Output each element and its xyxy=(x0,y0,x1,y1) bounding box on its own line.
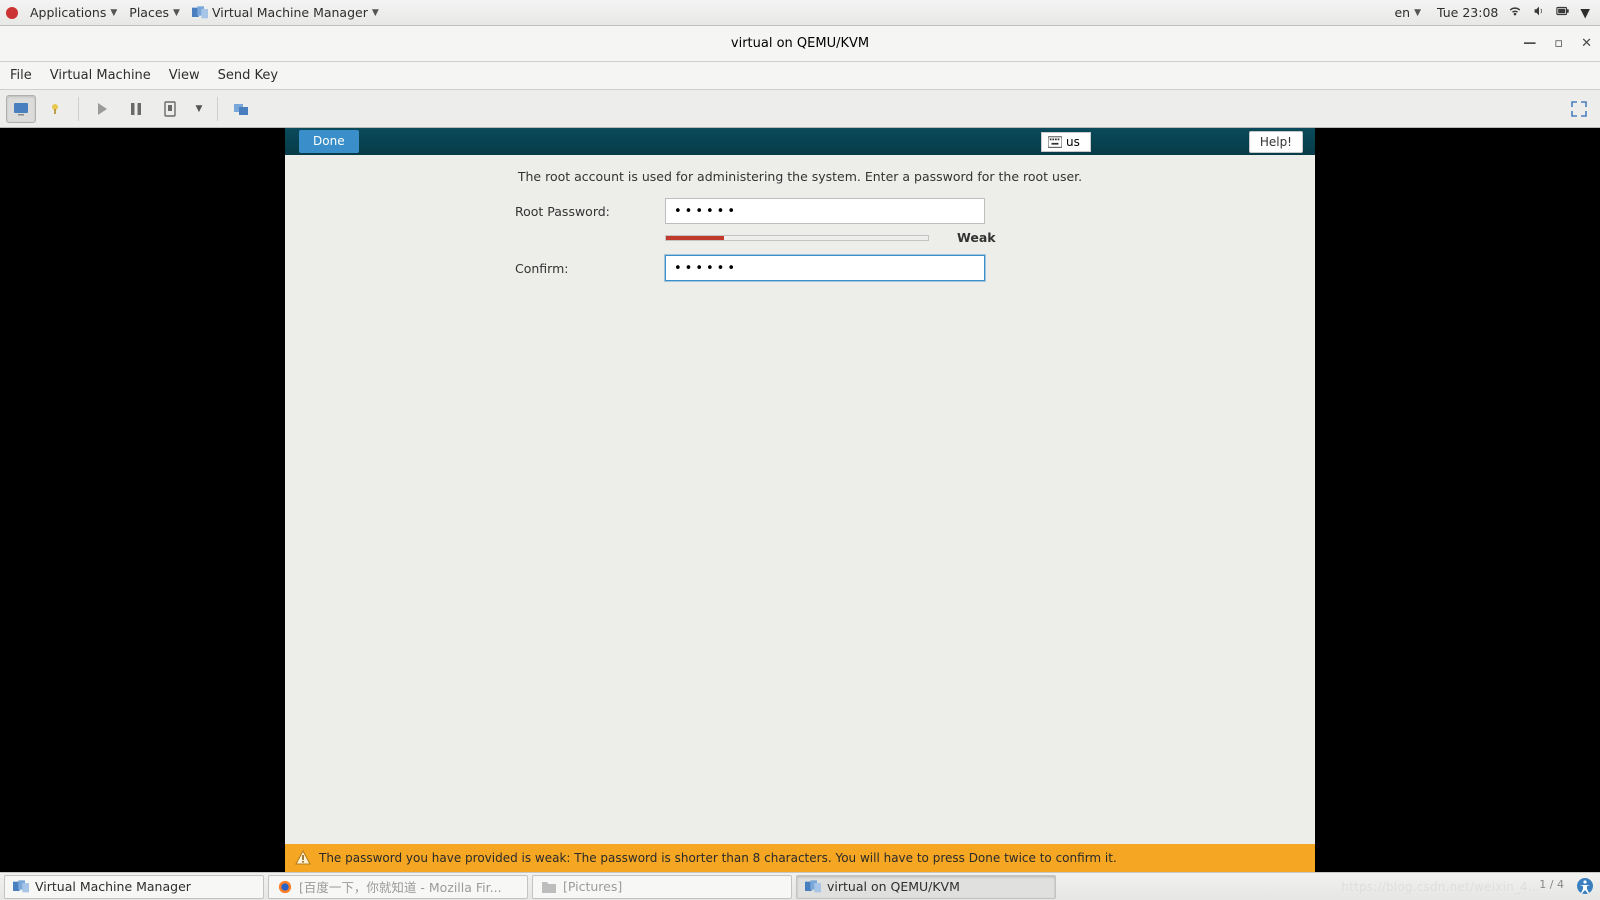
gnome-taskbar: Virtual Machine Manager [百度一下，你就知道 - Moz… xyxy=(0,872,1600,900)
vmm-window-titlebar: virtual on QEMU/KVM — ▫ ✕ xyxy=(0,26,1600,62)
keyboard-layout-label: us xyxy=(1066,135,1080,149)
task-label: virtual on QEMU/KVM xyxy=(827,879,960,894)
details-view-button[interactable] xyxy=(40,95,70,123)
console-view-button[interactable] xyxy=(6,95,36,123)
anaconda-top-bar: Done us Help! xyxy=(285,128,1315,155)
fullscreen-button[interactable] xyxy=(1564,95,1594,123)
menu-view[interactable]: View xyxy=(169,68,200,83)
active-app-label: Virtual Machine Manager xyxy=(212,5,368,20)
vmm-toolbar: ▼ xyxy=(0,90,1600,128)
shutdown-dropdown[interactable]: ▼ xyxy=(189,104,209,114)
maximize-button[interactable]: ▫ xyxy=(1554,36,1563,51)
system-tray: en▼ Tue 23:08 ▼ xyxy=(1388,4,1594,21)
workspace-pager[interactable]: 1 / 4 xyxy=(1539,878,1564,891)
task-label: Virtual Machine Manager xyxy=(35,879,191,894)
vmm-icon xyxy=(13,880,29,894)
task-vmm[interactable]: Virtual Machine Manager xyxy=(4,875,264,899)
active-app-menu[interactable]: Virtual Machine Manager▼ xyxy=(186,0,385,25)
anaconda-installer: Done us Help! The root account is used f… xyxy=(285,128,1315,872)
vmm-icon xyxy=(805,880,821,894)
root-password-label: Root Password: xyxy=(285,204,665,219)
instruction-text: The root account is used for administeri… xyxy=(285,169,1315,184)
places-menu[interactable]: Places▼ xyxy=(123,0,186,25)
task-firefox[interactable]: [百度一下，你就知道 - Mozilla Fir... xyxy=(268,875,528,899)
volume-icon[interactable] xyxy=(1532,4,1546,21)
menu-file[interactable]: File xyxy=(10,68,32,83)
menu-virtual-machine[interactable]: Virtual Machine xyxy=(50,68,151,83)
vmm-window-title: virtual on QEMU/KVM xyxy=(731,36,869,51)
applications-label: Applications xyxy=(30,5,106,20)
input-lang-indicator[interactable]: en▼ xyxy=(1388,5,1427,20)
toolbar-separator xyxy=(217,97,218,121)
confirm-password-label: Confirm: xyxy=(285,261,665,276)
task-vm-console[interactable]: virtual on QEMU/KVM xyxy=(796,875,1056,899)
minimize-button[interactable]: — xyxy=(1523,36,1536,51)
keyboard-icon xyxy=(1048,136,1062,148)
close-button[interactable]: ✕ xyxy=(1581,36,1592,51)
toolbar-separator xyxy=(78,97,79,121)
shutdown-button[interactable] xyxy=(155,95,185,123)
run-button[interactable] xyxy=(87,95,117,123)
vmm-icon xyxy=(192,6,208,20)
confirm-password-field[interactable] xyxy=(665,255,985,281)
gnome-top-bar: Applications▼ Places▼ Virtual Machine Ma… xyxy=(0,0,1600,26)
accessibility-icon[interactable] xyxy=(1576,877,1594,898)
warning-bar: The password you have provided is weak: … xyxy=(285,844,1315,872)
distro-icon xyxy=(6,7,18,19)
applications-menu[interactable]: Applications▼ xyxy=(24,0,123,25)
task-label: [Pictures] xyxy=(563,879,622,894)
warning-icon xyxy=(295,850,311,866)
done-button[interactable]: Done xyxy=(299,130,359,153)
vmm-menubar: File Virtual Machine View Send Key xyxy=(0,62,1600,90)
help-button[interactable]: Help! xyxy=(1249,131,1303,153)
keyboard-layout-indicator[interactable]: us xyxy=(1041,132,1091,152)
folder-icon xyxy=(541,880,557,894)
battery-icon[interactable] xyxy=(1556,4,1570,21)
task-label: [百度一下，你就知道 - Mozilla Fir... xyxy=(299,877,502,896)
password-strength-meter xyxy=(665,235,929,241)
pause-button[interactable] xyxy=(121,95,151,123)
firefox-icon xyxy=(277,880,293,894)
anaconda-body: The root account is used for administeri… xyxy=(285,155,1315,844)
guest-display-area: Done us Help! The root account is used f… xyxy=(0,128,1600,872)
system-menu-icon[interactable]: ▼ xyxy=(1580,5,1590,20)
wifi-icon[interactable] xyxy=(1508,4,1522,21)
menu-send-key[interactable]: Send Key xyxy=(218,68,278,83)
snapshot-button[interactable] xyxy=(226,95,256,123)
task-pictures[interactable]: [Pictures] xyxy=(532,875,792,899)
clock-label[interactable]: Tue 23:08 xyxy=(1437,5,1498,20)
watermark-text: https://blog.csdn.net/weixin_4... xyxy=(1341,880,1540,894)
places-label: Places xyxy=(129,5,169,20)
password-strength-label: Weak xyxy=(957,230,996,245)
root-password-field[interactable] xyxy=(665,198,985,224)
warning-text: The password you have provided is weak: … xyxy=(319,851,1117,865)
